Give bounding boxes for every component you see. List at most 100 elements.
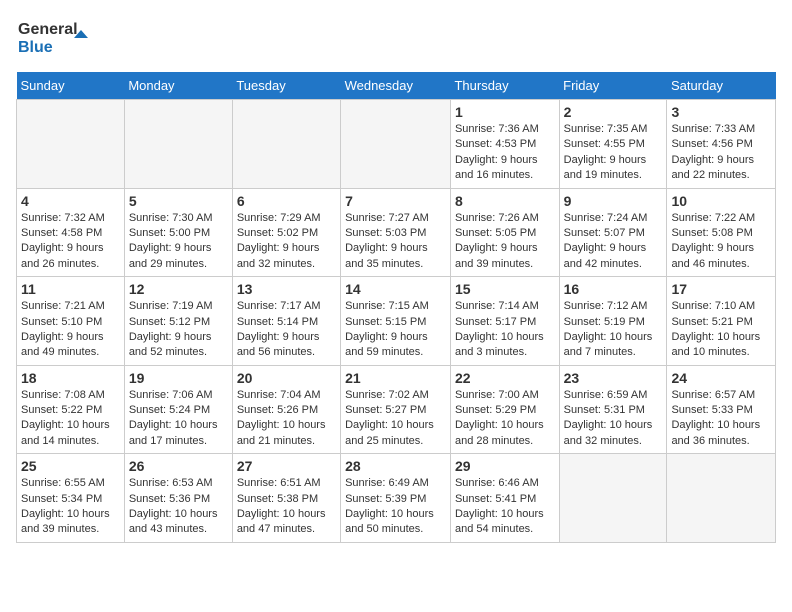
calendar-cell: 25 Sunrise: 6:55 AM Sunset: 5:34 PM Dayli… (17, 454, 125, 543)
calendar-cell: 16 Sunrise: 7:12 AM Sunset: 5:19 PM Dayli… (559, 277, 667, 366)
day-number: 21 (345, 370, 446, 386)
day-number: 19 (129, 370, 228, 386)
calendar-cell: 22 Sunrise: 7:00 AM Sunset: 5:29 PM Dayli… (450, 365, 559, 454)
day-number: 18 (21, 370, 120, 386)
day-info: Sunrise: 7:36 AM Sunset: 4:53 PM Dayligh… (455, 122, 555, 184)
day-info: Sunrise: 7:30 AM Sunset: 5:00 PM Dayligh… (129, 211, 228, 273)
day-number: 29 (455, 458, 555, 474)
calendar-cell: 11 Sunrise: 7:21 AM Sunset: 5:10 PM Dayli… (17, 277, 125, 366)
day-number: 26 (129, 458, 228, 474)
calendar-cell: 9Sunrise: 7:24 AM Sunset: 5:07 PM Daylig… (559, 188, 667, 277)
calendar-cell: 14 Sunrise: 7:15 AM Sunset: 5:15 PM Dayli… (341, 277, 451, 366)
day-number: 22 (455, 370, 555, 386)
day-number: 14 (345, 281, 446, 297)
day-of-week-header: Saturday (667, 72, 776, 100)
calendar-cell: 23 Sunrise: 6:59 AM Sunset: 5:31 PM Dayli… (559, 365, 667, 454)
day-of-week-header: Monday (124, 72, 232, 100)
day-info: Sunrise: 7:19 AM Sunset: 5:12 PM Dayligh… (129, 299, 228, 361)
calendar-cell: 6 Sunrise: 7:29 AM Sunset: 5:02 PM Daylig… (232, 188, 340, 277)
day-number: 2 (564, 104, 663, 120)
day-info: Sunrise: 7:12 AM Sunset: 5:19 PM Dayligh… (564, 299, 663, 361)
calendar-cell: 24 Sunrise: 6:57 AM Sunset: 5:33 PM Dayli… (667, 365, 776, 454)
day-info: Sunrise: 7:15 AM Sunset: 5:15 PM Dayligh… (345, 299, 446, 361)
day-number: 12 (129, 281, 228, 297)
day-number: 6 (237, 193, 336, 209)
day-info: Sunrise: 7:06 AM Sunset: 5:24 PM Dayligh… (129, 388, 228, 450)
day-number: 16 (564, 281, 663, 297)
day-of-week-header: Wednesday (341, 72, 451, 100)
day-of-week-header: Thursday (450, 72, 559, 100)
day-info: Sunrise: 7:02 AM Sunset: 5:27 PM Dayligh… (345, 388, 446, 450)
day-number: 23 (564, 370, 663, 386)
day-info: Sunrise: 6:59 AM Sunset: 5:31 PM Dayligh… (564, 388, 663, 450)
calendar-cell: 15Sunrise: 7:14 AM Sunset: 5:17 PM Dayli… (450, 277, 559, 366)
day-info: Sunrise: 6:55 AM Sunset: 5:34 PM Dayligh… (21, 476, 120, 538)
calendar-cell: 18 Sunrise: 7:08 AM Sunset: 5:22 PM Dayli… (17, 365, 125, 454)
calendar-cell: 1 Sunrise: 7:36 AM Sunset: 4:53 PM Daylig… (450, 100, 559, 189)
calendar-cell: 4Sunrise: 7:32 AM Sunset: 4:58 PM Daylig… (17, 188, 125, 277)
calendar-cell: 8 Sunrise: 7:26 AM Sunset: 5:05 PM Daylig… (450, 188, 559, 277)
day-info: Sunrise: 7:10 AM Sunset: 5:21 PM Dayligh… (671, 299, 771, 361)
calendar-cell (124, 100, 232, 189)
day-number: 9 (564, 193, 663, 209)
calendar-cell: 21 Sunrise: 7:02 AM Sunset: 5:27 PM Dayli… (341, 365, 451, 454)
calendar-cell: 17 Sunrise: 7:10 AM Sunset: 5:21 PM Dayli… (667, 277, 776, 366)
calendar-body: 1 Sunrise: 7:36 AM Sunset: 4:53 PM Daylig… (17, 100, 776, 543)
day-number: 13 (237, 281, 336, 297)
day-info: Sunrise: 7:17 AM Sunset: 5:14 PM Dayligh… (237, 299, 336, 361)
day-number: 7 (345, 193, 446, 209)
logo-svg: GeneralBlue (16, 16, 96, 60)
calendar-cell: 2 Sunrise: 7:35 AM Sunset: 4:55 PM Daylig… (559, 100, 667, 189)
calendar-cell (17, 100, 125, 189)
day-info: Sunrise: 7:32 AM Sunset: 4:58 PM Dayligh… (21, 211, 120, 273)
day-info: Sunrise: 6:53 AM Sunset: 5:36 PM Dayligh… (129, 476, 228, 538)
page-header: GeneralBlue (16, 16, 776, 60)
day-info: Sunrise: 7:29 AM Sunset: 5:02 PM Dayligh… (237, 211, 336, 273)
day-number: 1 (455, 104, 555, 120)
calendar-cell (667, 454, 776, 543)
calendar-cell: 12 Sunrise: 7:19 AM Sunset: 5:12 PM Dayli… (124, 277, 232, 366)
day-number: 25 (21, 458, 120, 474)
calendar-week-row: 11 Sunrise: 7:21 AM Sunset: 5:10 PM Dayli… (17, 277, 776, 366)
day-number: 10 (671, 193, 771, 209)
calendar-cell: 28 Sunrise: 6:49 AM Sunset: 5:39 PM Dayli… (341, 454, 451, 543)
calendar-cell: 27 Sunrise: 6:51 AM Sunset: 5:38 PM Dayli… (232, 454, 340, 543)
calendar-cell: 13 Sunrise: 7:17 AM Sunset: 5:14 PM Dayli… (232, 277, 340, 366)
day-info: Sunrise: 7:04 AM Sunset: 5:26 PM Dayligh… (237, 388, 336, 450)
day-info: Sunrise: 7:22 AM Sunset: 5:08 PM Dayligh… (671, 211, 771, 273)
calendar-cell: 19 Sunrise: 7:06 AM Sunset: 5:24 PM Dayli… (124, 365, 232, 454)
svg-text:General: General (18, 21, 78, 38)
day-info: Sunrise: 7:14 AM Sunset: 5:17 PM Dayligh… (455, 299, 555, 361)
calendar-cell (559, 454, 667, 543)
day-info: Sunrise: 7:00 AM Sunset: 5:29 PM Dayligh… (455, 388, 555, 450)
day-info: Sunrise: 7:33 AM Sunset: 4:56 PM Dayligh… (671, 122, 771, 184)
day-number: 27 (237, 458, 336, 474)
day-info: Sunrise: 6:49 AM Sunset: 5:39 PM Dayligh… (345, 476, 446, 538)
calendar-week-row: 1 Sunrise: 7:36 AM Sunset: 4:53 PM Daylig… (17, 100, 776, 189)
calendar-cell: 26 Sunrise: 6:53 AM Sunset: 5:36 PM Dayli… (124, 454, 232, 543)
day-of-week-header: Sunday (17, 72, 125, 100)
day-number: 3 (671, 104, 771, 120)
day-number: 24 (671, 370, 771, 386)
day-number: 28 (345, 458, 446, 474)
day-info: Sunrise: 6:51 AM Sunset: 5:38 PM Dayligh… (237, 476, 336, 538)
logo: GeneralBlue (16, 16, 96, 60)
calendar-cell: 29 Sunrise: 6:46 AM Sunset: 5:41 PM Dayli… (450, 454, 559, 543)
header-row: SundayMondayTuesdayWednesdayThursdayFrid… (17, 72, 776, 100)
calendar-cell (232, 100, 340, 189)
day-info: Sunrise: 7:21 AM Sunset: 5:10 PM Dayligh… (21, 299, 120, 361)
day-number: 20 (237, 370, 336, 386)
calendar-cell: 5 Sunrise: 7:30 AM Sunset: 5:00 PM Daylig… (124, 188, 232, 277)
day-info: Sunrise: 6:57 AM Sunset: 5:33 PM Dayligh… (671, 388, 771, 450)
day-info: Sunrise: 7:26 AM Sunset: 5:05 PM Dayligh… (455, 211, 555, 273)
day-number: 17 (671, 281, 771, 297)
day-info: Sunrise: 6:46 AM Sunset: 5:41 PM Dayligh… (455, 476, 555, 538)
day-number: 5 (129, 193, 228, 209)
day-number: 11 (21, 281, 120, 297)
day-info: Sunrise: 7:08 AM Sunset: 5:22 PM Dayligh… (21, 388, 120, 450)
day-number: 8 (455, 193, 555, 209)
day-info: Sunrise: 7:35 AM Sunset: 4:55 PM Dayligh… (564, 122, 663, 184)
calendar-cell: 20 Sunrise: 7:04 AM Sunset: 5:26 PM Dayli… (232, 365, 340, 454)
calendar-cell: 10 Sunrise: 7:22 AM Sunset: 5:08 PM Dayli… (667, 188, 776, 277)
calendar-week-row: 25 Sunrise: 6:55 AM Sunset: 5:34 PM Dayli… (17, 454, 776, 543)
